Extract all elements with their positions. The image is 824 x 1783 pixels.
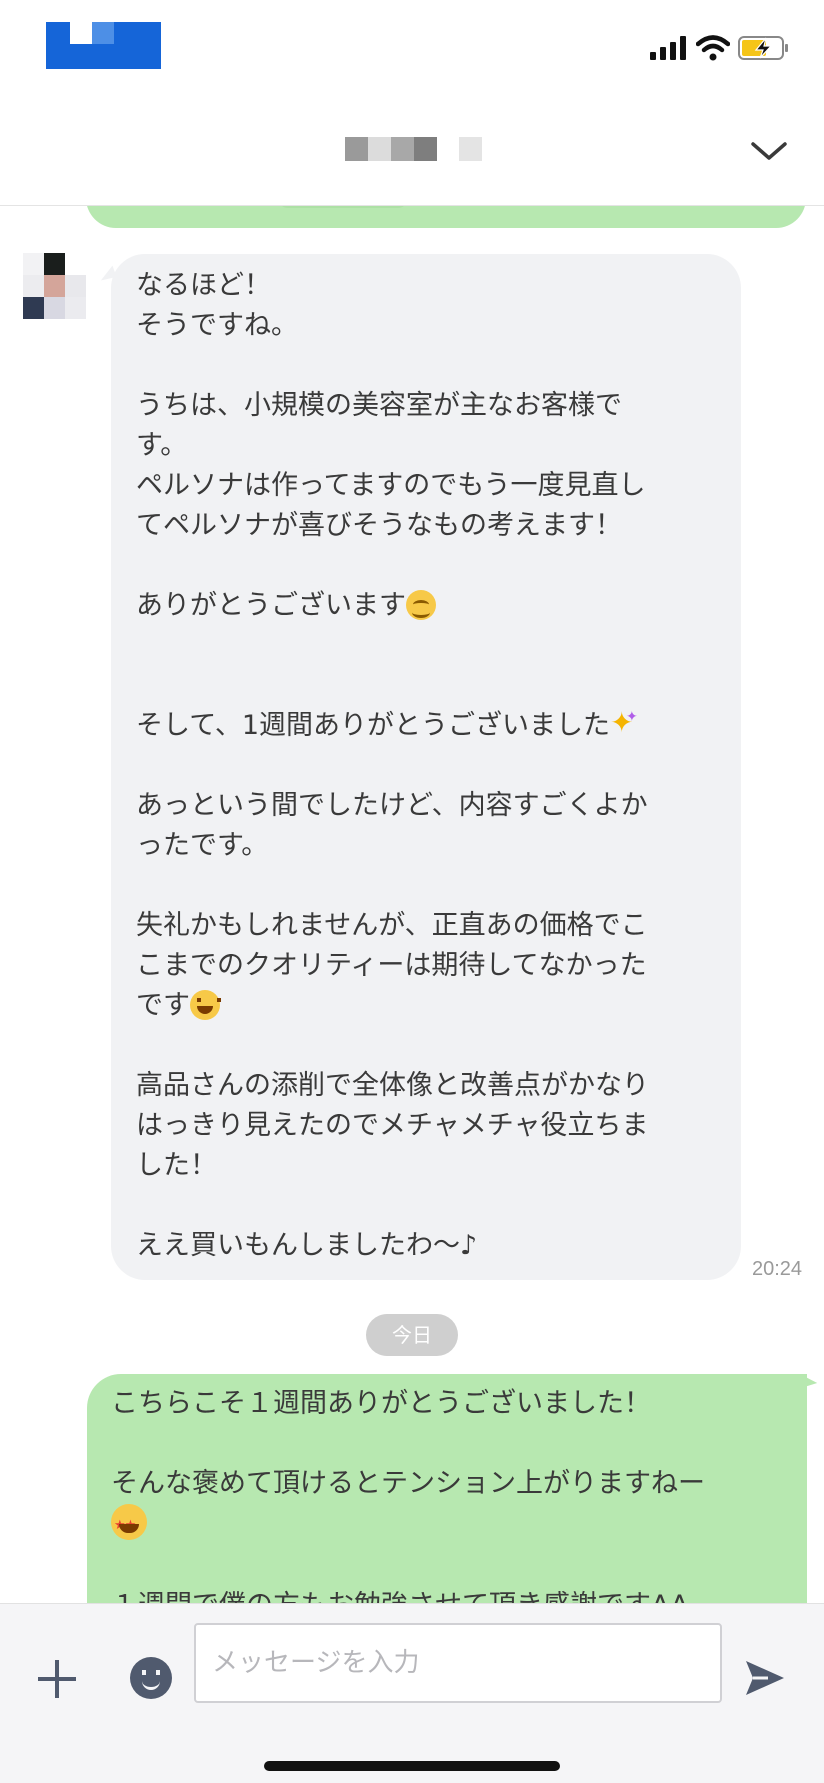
previous-message-bubble-edge bbox=[278, 206, 408, 208]
message-list[interactable]: なるほど！ そうですね。 うちは、小規模の美容室が主なお客様で す。 ペルソナは… bbox=[0, 206, 824, 1603]
avatar[interactable] bbox=[23, 253, 87, 321]
grinning-squinting-face-icon bbox=[190, 990, 221, 1020]
message-input[interactable] bbox=[194, 1623, 722, 1703]
star-struck-icon bbox=[111, 1504, 147, 1546]
outgoing-message-text: こちらこそ１週間ありがとうございました！ そんな褒めて頂けるとテンション上がりま… bbox=[111, 1384, 791, 1603]
date-separator: 今日 bbox=[366, 1314, 458, 1356]
send-icon[interactable] bbox=[744, 1658, 786, 1698]
previous-message-bubble bbox=[86, 206, 806, 228]
app-logo-icon bbox=[46, 22, 161, 69]
smiling-face-icon bbox=[406, 590, 436, 620]
wifi-icon bbox=[696, 35, 730, 61]
cellular-signal-icon bbox=[650, 36, 688, 60]
message-timestamp: 20:24 bbox=[752, 1258, 803, 1280]
plus-icon[interactable] bbox=[36, 1658, 78, 1700]
battery-charging-icon bbox=[738, 36, 788, 60]
sparkles-icon bbox=[610, 700, 640, 740]
incoming-message-text: なるほど！ そうですね。 うちは、小規模の美容室が主なお客様で す。 ペルソナは… bbox=[136, 266, 726, 1266]
message-input-bar bbox=[0, 1603, 824, 1783]
chevron-down-icon[interactable] bbox=[748, 130, 790, 172]
chat-header bbox=[0, 100, 824, 206]
emoji-icon[interactable] bbox=[130, 1657, 172, 1699]
home-indicator[interactable] bbox=[264, 1761, 560, 1771]
status-bar bbox=[0, 0, 824, 100]
